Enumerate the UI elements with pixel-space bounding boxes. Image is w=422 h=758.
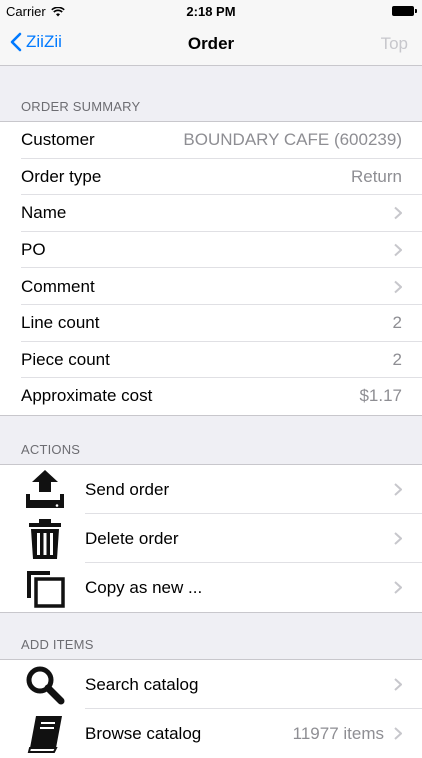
approximate-cost-row: Approximate cost $1.17 [0, 378, 422, 415]
actions-group: Send order Delete order Copy as new ... [0, 464, 422, 613]
row-label: PO [21, 240, 46, 260]
section-header-order-summary: ORDER SUMMARY [21, 99, 141, 114]
add-items-group: Search catalog Browse catalog 11977 item… [0, 659, 422, 758]
order-type-row: Order type Return [0, 159, 422, 196]
copy-icon [27, 571, 65, 608]
section-header-add-items: ADD ITEMS [21, 637, 94, 652]
browse-catalog-row[interactable]: Browse catalog 11977 items [0, 709, 422, 758]
po-row[interactable]: PO [0, 232, 422, 269]
status-time: 2:18 PM [186, 4, 236, 19]
navigation-bar: ZiiZii Order Top [0, 22, 422, 66]
section-header-actions: ACTIONS [21, 442, 81, 457]
catalog-count: 11977 items [292, 724, 384, 743]
row-label: Approximate cost [21, 386, 153, 406]
name-row[interactable]: Name [0, 195, 422, 232]
chevron-right-icon [394, 678, 402, 691]
chevron-right-icon [394, 280, 402, 293]
chevron-right-icon [394, 207, 402, 220]
book-icon [27, 716, 62, 753]
add-item-label: Browse catalog [85, 724, 202, 743]
row-value: Return [350, 166, 402, 186]
battery-icon [392, 6, 417, 16]
chevron-right-icon [394, 243, 402, 257]
action-label: Send order [85, 480, 170, 499]
status-bar: Carrier 2:18 PM [0, 0, 422, 22]
row-label: Line count [21, 313, 100, 333]
row-value: BOUNDARY CAFE (600239) [183, 130, 402, 150]
row-value: 2 [392, 349, 402, 369]
row-value: $1.17 [359, 386, 402, 406]
search-catalog-row[interactable]: Search catalog [0, 660, 422, 709]
top-button[interactable]: Top [381, 34, 408, 54]
copy-as-new-row[interactable]: Copy as new ... [0, 563, 422, 612]
page-title: Order [187, 34, 235, 53]
chevron-right-icon [394, 483, 402, 496]
chevron-right-icon [394, 532, 402, 545]
action-label: Delete order [85, 529, 179, 548]
row-value: 2 [392, 313, 402, 333]
send-order-row[interactable]: Send order [0, 465, 422, 514]
row-label: Customer [21, 130, 95, 150]
line-count-row: Line count 2 [0, 305, 422, 342]
row-label: Order type [21, 166, 102, 186]
action-label: Copy as new ... [85, 578, 203, 597]
row-label: Piece count [21, 349, 110, 369]
row-label: Comment [21, 276, 95, 296]
trash-icon [29, 519, 61, 559]
add-item-label: Search catalog [85, 675, 199, 694]
magnifier-icon [26, 666, 65, 705]
row-label: Name [21, 203, 67, 223]
chevron-right-icon [394, 581, 402, 594]
delete-order-row[interactable]: Delete order [0, 514, 422, 563]
piece-count-row: Piece count 2 [0, 342, 422, 379]
upload-tray-icon [26, 470, 64, 508]
customer-row: Customer BOUNDARY CAFE (600239) [0, 122, 422, 159]
order-summary-group: Customer BOUNDARY CAFE (600239) Order ty… [0, 121, 422, 416]
comment-row[interactable]: Comment [0, 268, 422, 305]
chevron-right-icon [394, 727, 402, 740]
